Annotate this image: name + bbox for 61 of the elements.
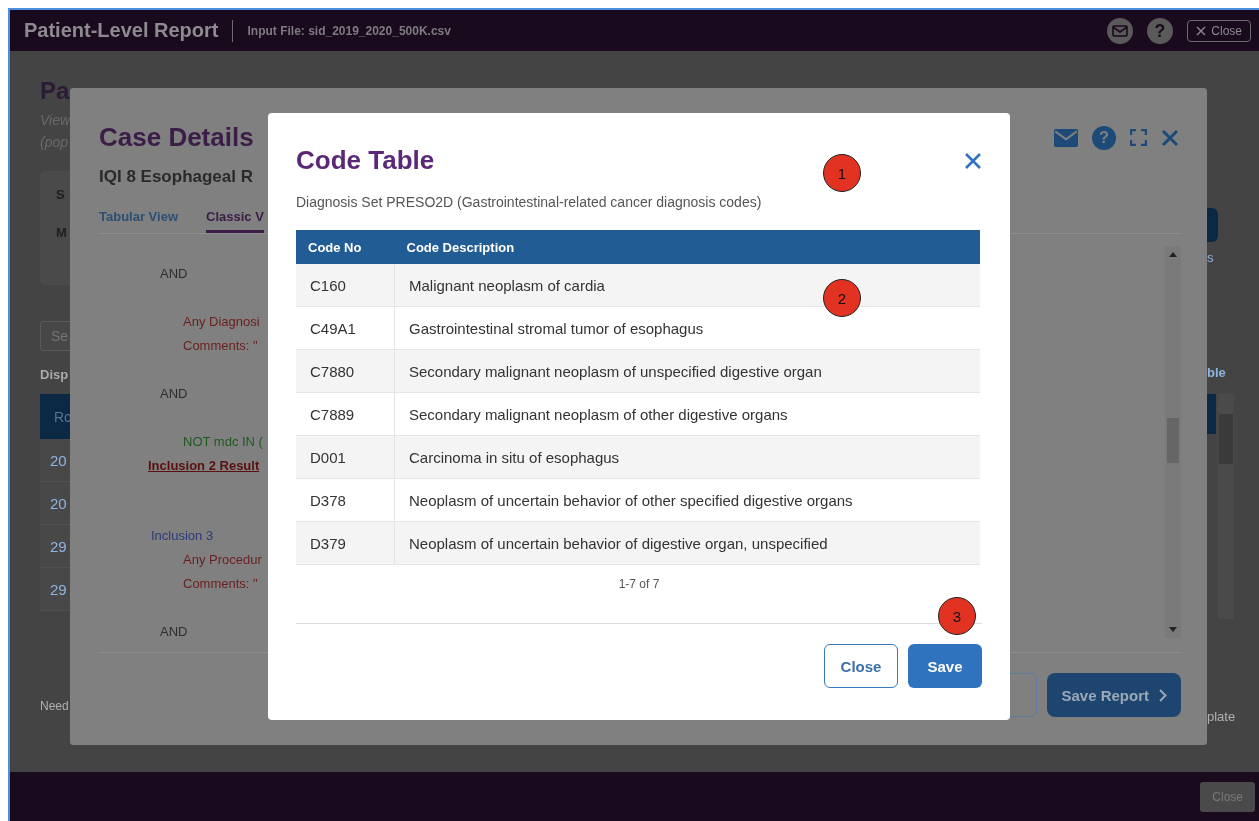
code-cell: C160 [296, 264, 395, 307]
column-header: Code Description [394, 230, 980, 264]
dialog-subtitle: IQI 8 Esophageal R [99, 167, 253, 187]
close-icon[interactable] [1161, 128, 1179, 147]
logic-line: AND [160, 624, 188, 638]
code-cell: D001 [296, 435, 395, 479]
logic-line: Any Diagnosi [183, 314, 260, 329]
table-cell: 29 [40, 568, 72, 611]
scrollbar[interactable] [1165, 246, 1181, 638]
help-text: Need [40, 699, 70, 713]
app-title: Patient-Level Report [24, 19, 219, 42]
logic-line: Any Procedur [183, 552, 262, 567]
close-button[interactable]: Close [1187, 19, 1251, 42]
chevron-right-icon [1159, 688, 1167, 702]
code-cell: D379 [296, 521, 395, 565]
dialog-subtitle: Diagnosis Set PRESO2D (Gastrointestinal-related cancer diagnosis codes) [296, 194, 763, 210]
close-button[interactable] [964, 151, 982, 170]
input-file-label: Input File: sid_2019_2020_500K.csv [247, 23, 452, 38]
scroll-up-arrow-icon[interactable] [1169, 252, 1177, 257]
section-heading: Disp [40, 367, 70, 382]
code-cell: C7889 [296, 392, 395, 436]
logic-line: Inclusion 3 [151, 528, 214, 543]
logic-line: Comments: " [183, 576, 258, 591]
mail-icon[interactable] [1054, 128, 1078, 147]
help-icon[interactable]: ? [1092, 125, 1116, 150]
action-button[interactable] [1207, 208, 1218, 242]
logic-line: Comments: " [183, 338, 258, 353]
scroll-down-arrow-icon[interactable] [1169, 627, 1177, 632]
description-cell: Neoplasm of uncertain behavior of other specified digestive organs [394, 478, 980, 522]
close-icon [1196, 25, 1207, 36]
table-cell: 20 [40, 482, 72, 525]
save-button[interactable]: Save [908, 644, 982, 688]
mail-icon[interactable] [1107, 17, 1134, 44]
column-header: Code No [296, 230, 395, 264]
description-cell: Secondary malignant neoplasm of other digestive organs [394, 392, 980, 436]
table-link[interactable]: ble [1207, 365, 1226, 380]
table-cell: 29 [40, 525, 72, 568]
save-report-button[interactable]: Save Report [1047, 673, 1181, 717]
logic-line: AND [160, 266, 188, 281]
description-cell: Carcinoma in situ of esophagus [394, 435, 980, 479]
pagination-info: 1-7 of 7 [617, 577, 661, 591]
code-cell: C49A1 [296, 306, 395, 350]
code-cell: D378 [296, 478, 395, 522]
close-button[interactable]: Close [824, 644, 898, 688]
view-tab[interactable]: Tabular View [99, 209, 178, 233]
dialog-title: Code Table [296, 145, 435, 176]
logic-line: AND [160, 386, 188, 401]
logic-line: NOT mdc IN ( [183, 434, 263, 449]
expand-icon[interactable] [1130, 129, 1147, 146]
help-icon[interactable]: ? [1147, 17, 1174, 44]
view-tab[interactable]: Classic V [206, 209, 264, 233]
template-link[interactable]: plate [1207, 709, 1236, 724]
description-cell: Secondary malignant neoplasm of unspecified digestive organ [394, 349, 980, 393]
logic-line[interactable]: Inclusion 2 Result [148, 458, 260, 473]
link[interactable]: s [1207, 250, 1214, 265]
table-cell: 20 [40, 439, 72, 482]
description-cell: Neoplasm of uncertain behavior of digestive organ, unspecified [394, 521, 980, 565]
table-header [1207, 394, 1216, 434]
close-icon [964, 151, 982, 170]
code-cell: C7880 [296, 349, 395, 393]
dialog-title: Case Details [99, 122, 254, 153]
